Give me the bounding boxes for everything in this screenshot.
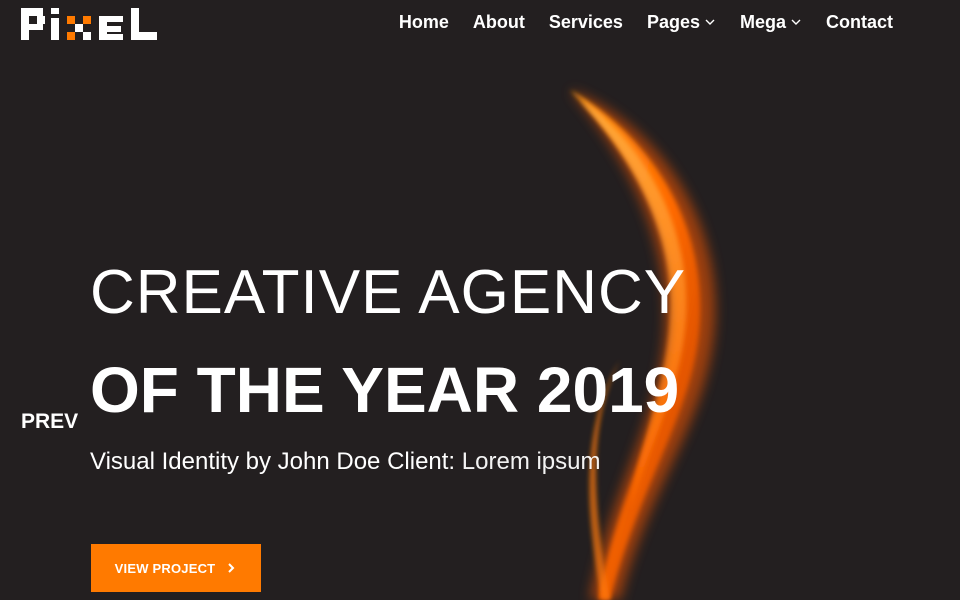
hero-subtitle-main: Visual Identity by John Doe Client:: [90, 448, 456, 475]
nav-about[interactable]: About: [473, 12, 525, 33]
hero-headline-line1: CREATIVE AGENCY: [90, 258, 687, 327]
nav-home[interactable]: Home: [399, 12, 449, 33]
chevron-down-icon: [791, 19, 801, 25]
page: Home About Services Pages Mega Contact C…: [0, 0, 960, 600]
view-project-label: VIEW PROJECT: [114, 560, 216, 576]
hero-headline-line2: OF THE YEAR 2019: [90, 354, 680, 426]
nav-mega[interactable]: Mega: [740, 12, 802, 33]
view-project-button[interactable]: VIEW PROJECT: [91, 544, 261, 592]
hero-subtitle: Visual Identity by John Doe Client: Lore…: [90, 448, 601, 476]
chevron-down-icon: [705, 19, 715, 25]
nav-services[interactable]: Services: [549, 12, 623, 33]
nav-pages[interactable]: Pages: [647, 12, 716, 33]
hero-subtitle-tail: Lorem ipsum: [455, 448, 601, 475]
nav-pages-label: Pages: [646, 11, 700, 32]
nav-contact-label: Contact: [826, 11, 893, 32]
chevron-right-icon: [228, 563, 235, 573]
nav-about-label: About: [472, 11, 525, 32]
main-nav: Home About Services Pages Mega Contact: [399, 8, 893, 36]
nav-mega-label: Mega: [739, 11, 786, 32]
nav-contact[interactable]: Contact: [826, 12, 893, 33]
nav-services-label: Services: [548, 11, 623, 32]
prev-slide-link[interactable]: PREV: [21, 410, 78, 434]
flame-image: [570, 90, 716, 600]
logo[interactable]: [21, 8, 161, 40]
nav-home-label: Home: [398, 11, 449, 32]
